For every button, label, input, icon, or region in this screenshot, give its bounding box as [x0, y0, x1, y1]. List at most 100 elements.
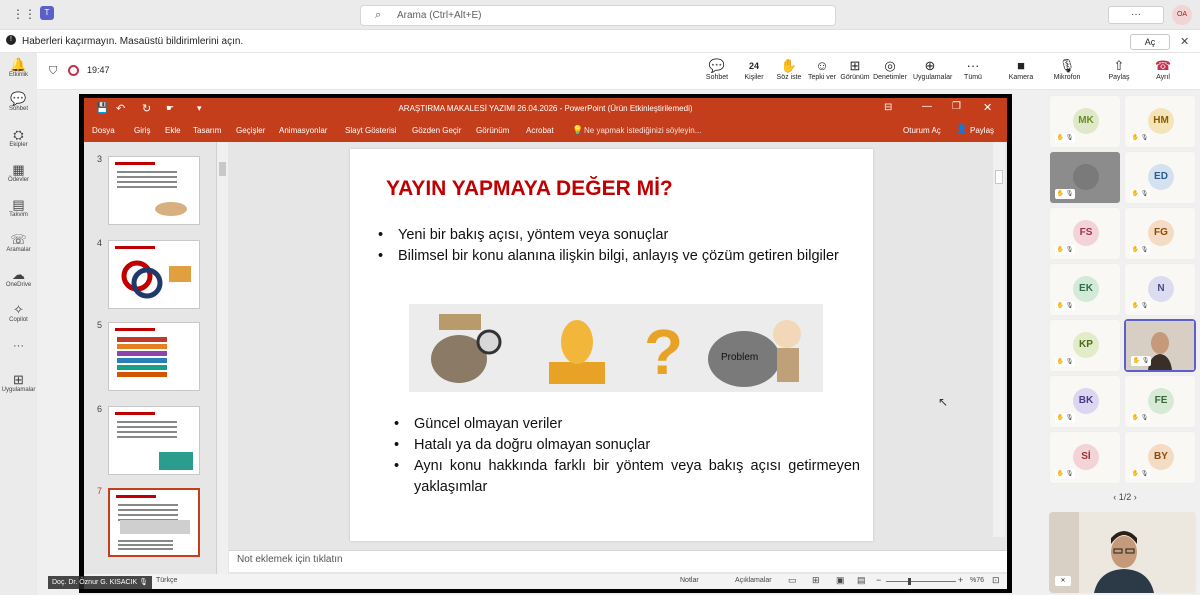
ribbon-tab-8[interactable]: Görünüm	[476, 126, 509, 135]
participant-tile[interactable]: KP ✋ 🎙	[1049, 319, 1121, 372]
rail-item-ekipler[interactable]: ⛭ Ekipler	[0, 128, 37, 149]
rail-item-aramalar[interactable]: ☏ Aramalar	[0, 233, 37, 254]
control-sohbet-button[interactable]: 💬 Sohbet	[700, 59, 734, 82]
slide-thumbnail[interactable]	[108, 322, 200, 391]
slide-bullets-bottom: • Güncel olmayan veriler • Hatalı ya da do…	[392, 414, 860, 498]
chevron-right-icon[interactable]: ›	[1134, 492, 1137, 502]
control-söz-iste-button[interactable]: ✋ Söz iste	[772, 59, 806, 82]
enable-notifications-button[interactable]: Aç	[1130, 34, 1170, 50]
ribbon-tab-9[interactable]: Acrobat	[526, 126, 554, 135]
control-mikrofon-button[interactable]: 🎙 Mikrofon	[1050, 59, 1084, 82]
notes-toggle[interactable]: Notlar	[680, 577, 699, 584]
control-ayrıl-button[interactable]: ☎ Ayrıl	[1146, 59, 1180, 82]
rail-item-sohbet[interactable]: 💬 Sohbet	[0, 91, 37, 113]
slide-thumbnail[interactable]	[108, 488, 200, 557]
notes-pane[interactable]: Not eklemek için tıklatın	[229, 550, 1007, 572]
mic-off-icon: ✋ 🎙	[1130, 133, 1150, 143]
restore-icon[interactable]: ❐	[952, 101, 961, 112]
control-label: Mikrofon	[1053, 74, 1081, 81]
chat-icon: 💬	[10, 91, 27, 106]
fit-slide-icon[interactable]: ⊡	[992, 575, 1000, 586]
rail-item-onedrive[interactable]: ☁ OneDrive	[0, 267, 37, 289]
slide-thumbnail[interactable]	[108, 156, 200, 225]
participant-initials: FE	[1148, 388, 1174, 414]
participant-tile[interactable]: ED ✋ 🎙	[1124, 151, 1196, 204]
participant-tile[interactable]: ✋ 🎙	[1049, 151, 1121, 204]
control-tümü-button[interactable]: ··· Tümü	[956, 58, 990, 82]
slide-scrollbar[interactable]	[993, 142, 1005, 537]
control-tepki-ver-button[interactable]: ☺ Tepki ver	[805, 59, 839, 82]
participant-tile[interactable]: FG ✋ 🎙	[1124, 207, 1196, 260]
slide-sorter-icon[interactable]: ⊞	[812, 575, 820, 586]
zoom-level[interactable]: %76	[970, 577, 984, 584]
participant-tile[interactable]: HM ✋ 🎙	[1124, 95, 1196, 148]
ribbon-display-icon[interactable]: ⊟	[884, 102, 892, 113]
scroll-thumb[interactable]	[995, 170, 1003, 184]
participant-initials: FS	[1073, 220, 1099, 246]
control-icon: ···	[966, 58, 980, 73]
slide-thumbnail[interactable]	[108, 240, 200, 309]
control-paylaş-button[interactable]: ⇧ Paylaş	[1102, 59, 1136, 82]
minimize-icon[interactable]: —	[922, 101, 932, 112]
slide-thumbnail[interactable]	[108, 406, 200, 475]
zoom-slider[interactable]	[886, 578, 956, 585]
participant-tile[interactable]: BY ✋ 🎙	[1124, 431, 1196, 484]
ribbon-tab-1[interactable]: Giriş	[134, 126, 150, 135]
control-uygulamalar-button[interactable]: ⊕ Uygulamalar	[913, 59, 952, 82]
thumbnail-scrollbar[interactable]	[216, 142, 228, 574]
scroll-thumb[interactable]	[219, 162, 226, 176]
rail-item-takvim[interactable]: ▤ Takvim	[0, 198, 37, 219]
control-denetimler-button[interactable]: ◎ Denetimler	[873, 59, 907, 82]
chevron-left-icon[interactable]: ‹	[1113, 492, 1116, 502]
rail-item-[interactable]: ···	[0, 340, 37, 352]
ribbon-tab-0[interactable]: Dosya	[92, 126, 115, 135]
close-icon[interactable]: ✕	[1180, 35, 1189, 48]
control-kamera-button[interactable]: ■ Kamera	[1004, 59, 1038, 82]
normal-view-icon[interactable]: ▭	[788, 575, 797, 586]
ribbon-tab-7[interactable]: Gözden Geçir	[412, 126, 461, 135]
zoom-out-icon[interactable]: −	[876, 575, 881, 585]
current-slide[interactable]: YAYIN YAPMAYA DEĞER Mİ? • Yeni bir bakış …	[350, 149, 873, 541]
rail-item-uygulamalar[interactable]: ⊞ Uygulamalar	[0, 373, 37, 394]
control-kişiler-button[interactable]: 24 Kişiler	[737, 59, 771, 81]
close-icon[interactable]: ✕	[983, 101, 992, 114]
rail-item-ödevler[interactable]: ▦ Ödevler	[0, 163, 37, 184]
zoom-in-icon[interactable]: +	[958, 575, 963, 585]
rail-item-etkinlik[interactable]: 🔔 Etkinlik	[0, 58, 37, 79]
ribbon-tab-6[interactable]: Slayt Gösterisi	[345, 126, 397, 135]
search-input[interactable]: ⌕ Arama (Ctrl+Alt+E)	[360, 5, 836, 26]
participant-pager[interactable]: ‹ 1/2 ›	[1100, 492, 1150, 506]
participant-tile[interactable]: MK ✋ 🎙	[1049, 95, 1121, 148]
teams-logo-icon: T	[40, 6, 54, 20]
language-status[interactable]: Türkçe	[156, 577, 177, 584]
self-video-tile[interactable]: ✕	[1049, 512, 1196, 593]
avatar[interactable]: OA	[1172, 5, 1192, 25]
mic-off-icon: ✋ 🎙	[1131, 356, 1151, 366]
participant-tile[interactable]: Sİ ✋ 🎙	[1049, 431, 1121, 484]
cloud-icon: ☁	[12, 267, 25, 282]
participant-initials: BY	[1148, 444, 1174, 470]
tell-me-input[interactable]: Ne yapmak istediğinizi söyleyin...	[584, 126, 701, 135]
sign-in-link[interactable]: Oturum Aç	[903, 126, 941, 135]
ribbon-tab-2[interactable]: Ekle	[165, 126, 181, 135]
participant-tile[interactable]: EK ✋ 🎙	[1049, 263, 1121, 316]
participant-tile[interactable]: N ✋ 🎙	[1124, 263, 1196, 316]
ribbon-tab-3[interactable]: Tasarım	[193, 126, 221, 135]
participant-tile[interactable]: ✋ 🎙	[1124, 319, 1196, 372]
mic-off-icon: ✋ 🎙	[1055, 301, 1075, 311]
zoom-slider-thumb[interactable]	[908, 578, 911, 585]
rail-item-copilot[interactable]: ✧ Copilot	[0, 303, 37, 324]
ribbon-tab-5[interactable]: Animasyonlar	[279, 126, 327, 135]
participant-tile[interactable]: BK ✋ 🎙	[1049, 375, 1121, 428]
slideshow-icon[interactable]: ▤	[857, 575, 866, 586]
reading-view-icon[interactable]: ▣	[836, 575, 845, 586]
participant-tile[interactable]: FE ✋ 🎙	[1124, 375, 1196, 428]
participant-tile[interactable]: FS ✋ 🎙	[1049, 207, 1121, 260]
control-label: Tepki ver	[807, 74, 836, 81]
more-options-button[interactable]: ···	[1108, 6, 1164, 24]
control-görünüm-button[interactable]: ⊞ Görünüm	[838, 59, 872, 82]
ribbon-tab-4[interactable]: Geçişler	[236, 126, 265, 135]
shield-icon[interactable]: ⛉	[49, 65, 57, 78]
ppt-share-button[interactable]: Paylaş	[970, 126, 994, 135]
comments-toggle[interactable]: Açıklamalar	[735, 577, 772, 584]
